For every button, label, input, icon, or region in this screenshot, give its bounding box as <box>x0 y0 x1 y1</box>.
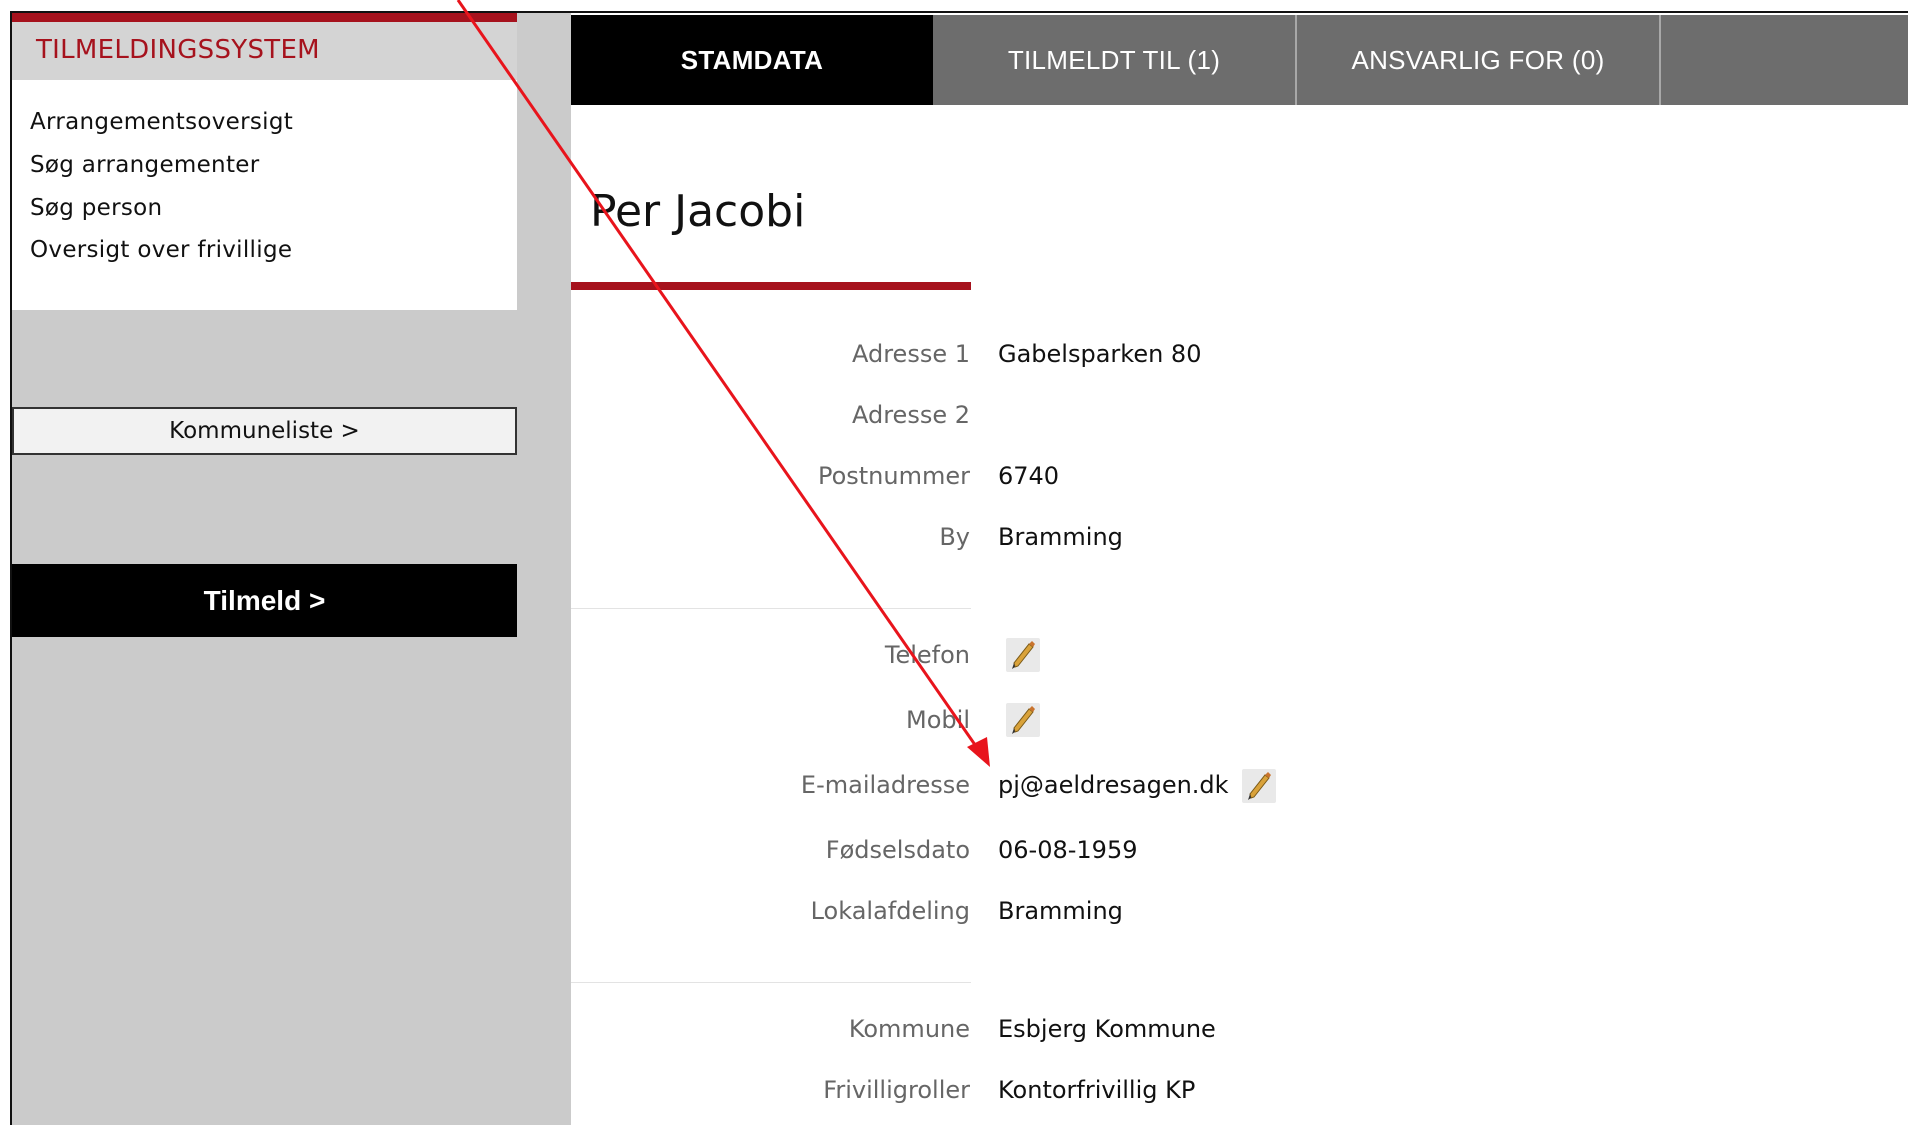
tilmeld-button[interactable]: Tilmeld > <box>12 564 517 637</box>
label-postnummer: Postnummer <box>817 462 970 490</box>
sidebar-accent-bar <box>12 13 517 22</box>
kommuneliste-button[interactable]: Kommuneliste > <box>12 407 517 455</box>
sidebar-header: TILMELDINGSSYSTEM <box>12 13 517 80</box>
sidebar: TILMELDINGSSYSTEM Arrangementsoversigt S… <box>12 13 571 1125</box>
value-kommune: Esbjerg Kommune <box>998 1015 1216 1043</box>
value-lokalafdeling: Bramming <box>998 897 1123 925</box>
value-adresse1: Gabelsparken 80 <box>998 340 1202 368</box>
tab-tilmeldt-til[interactable]: TILMELDT TIL (1) <box>933 15 1297 105</box>
label-email: E-mailadresse <box>800 771 970 799</box>
menu-item-soeg-arrangementer[interactable]: Søg arrangementer <box>30 152 259 178</box>
menu-item-soeg-person[interactable]: Søg person <box>30 195 162 221</box>
sidebar-title: TILMELDINGSSYSTEM <box>36 35 320 65</box>
tab-ansvarlig-for[interactable]: ANSVARLIG FOR (0) <box>1297 15 1661 105</box>
name-underline <box>571 282 971 290</box>
section-divider <box>571 982 971 983</box>
label-lokalafdeling: Lokalafdeling <box>810 897 970 925</box>
value-postnummer: 6740 <box>998 462 1060 490</box>
section-divider <box>571 608 971 609</box>
value-email: pj@aeldresagen.dk <box>998 771 1229 799</box>
menu-item-arrangementsoversigt[interactable]: Arrangementsoversigt <box>30 109 293 135</box>
pencil-icon[interactable] <box>1242 769 1276 803</box>
sidebar-menu: Arrangementsoversigt Søg arrangementer S… <box>12 80 517 310</box>
label-adresse2: Adresse 2 <box>851 401 970 429</box>
value-foedselsdato: 06-08-1959 <box>998 836 1138 864</box>
label-mobil: Mobil <box>906 706 970 734</box>
value-frivilligroller: Kontorfrivillig KP <box>998 1076 1196 1104</box>
pencil-icon[interactable] <box>1006 638 1040 672</box>
label-kommune: Kommune <box>848 1015 970 1043</box>
menu-item-oversigt-frivillige[interactable]: Oversigt over frivillige <box>30 237 292 263</box>
pencil-icon[interactable] <box>1006 703 1040 737</box>
label-frivilligroller: Frivilligroller <box>823 1076 970 1104</box>
label-adresse1: Adresse 1 <box>851 340 970 368</box>
value-by: Bramming <box>998 523 1123 551</box>
person-name: Per Jacobi <box>590 186 806 237</box>
label-foedselsdato: Fødselsdato <box>825 836 970 864</box>
tab-stamdata[interactable]: STAMDATA <box>571 15 933 105</box>
label-by: By <box>939 523 970 551</box>
label-telefon: Telefon <box>884 641 970 669</box>
tab-bar: STAMDATA TILMELDT TIL (1) ANSVARLIG FOR … <box>571 15 1908 105</box>
